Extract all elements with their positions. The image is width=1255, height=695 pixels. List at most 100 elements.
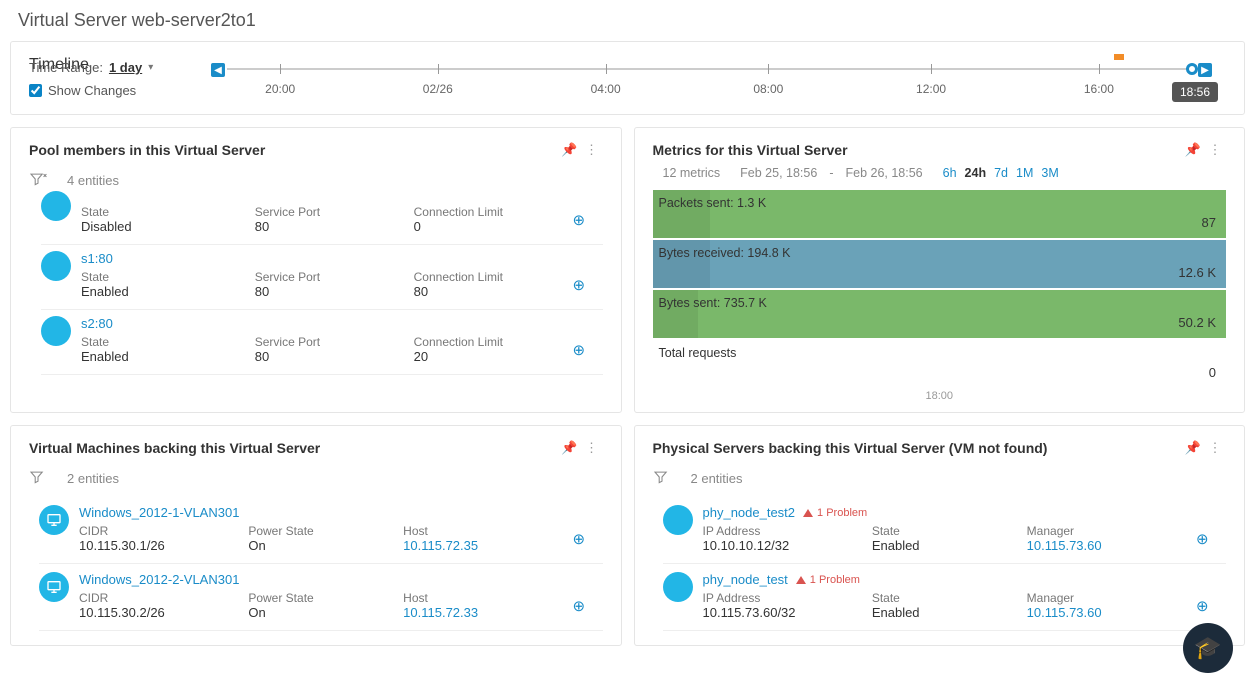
range-24h[interactable]: 24h: [965, 166, 987, 180]
phys-name-link[interactable]: phy_node_test: [703, 572, 788, 587]
field-label: Connection Limit: [414, 335, 563, 349]
show-changes-checkbox[interactable]: [29, 84, 42, 97]
metric-row[interactable]: Bytes sent: 735.7 K50.2 K: [653, 290, 1227, 338]
more-icon[interactable]: ⋮: [581, 142, 603, 158]
expand-icon[interactable]: ⊕: [1196, 597, 1226, 615]
range-7d[interactable]: 7d: [994, 166, 1008, 180]
chevron-down-icon[interactable]: ▾: [148, 62, 153, 73]
field-label: IP Address: [703, 524, 862, 538]
vm-item: Windows_2012-1-VLAN301 CIDR10.115.30.1/2…: [39, 497, 603, 564]
field-label: Connection Limit: [414, 205, 563, 219]
time-range-selector[interactable]: 1 day: [109, 60, 142, 75]
timeline-tick-label: 08:00: [753, 82, 783, 96]
field-label: CIDR: [79, 591, 238, 605]
show-changes-toggle[interactable]: Show Changes: [29, 83, 209, 98]
field-value: 10.115.73.60/32: [703, 605, 862, 620]
timeline-tick-label: 12:00: [916, 82, 946, 96]
more-icon[interactable]: ⋮: [1204, 142, 1226, 158]
field-value: 80: [414, 284, 563, 299]
metric-row[interactable]: Total requests0: [653, 340, 1227, 388]
expand-icon[interactable]: ⊕: [1196, 530, 1226, 548]
problem-badge[interactable]: 1 Problem: [796, 574, 860, 586]
phys-entity-count: 2 entities: [691, 471, 743, 486]
metric-label: Packets sent: 1.3 K: [659, 196, 767, 210]
expand-icon[interactable]: ⊕: [573, 597, 603, 615]
server-icon[interactable]: [663, 572, 693, 602]
range-6h[interactable]: 6h: [943, 166, 957, 180]
field-label: Power State: [248, 524, 393, 538]
timeline-track[interactable]: [227, 68, 1196, 70]
timeline-tick-label: 02/26: [423, 82, 453, 96]
timeline-panel: Timeline Time Range: 1 day ▾ Show Change…: [10, 41, 1245, 115]
field-label: Manager: [1027, 524, 1186, 538]
filter-icon[interactable]: [29, 470, 57, 487]
pool-item: StateDisabled Service Port80 Connection …: [41, 199, 603, 245]
metric-row[interactable]: Bytes received: 194.8 K12.6 K: [653, 240, 1227, 288]
filter-icon[interactable]: [653, 470, 681, 487]
field-value: 10.115.30.1/26: [79, 538, 238, 553]
pin-icon[interactable]: 📌: [1182, 142, 1204, 158]
expand-icon[interactable]: ⊕: [573, 530, 603, 548]
metric-label: Total requests: [659, 346, 737, 360]
pool-card-title: Pool members in this Virtual Server: [29, 142, 559, 158]
vm-icon[interactable]: [39, 505, 69, 535]
metric-row[interactable]: Packets sent: 1.3 K87: [653, 190, 1227, 238]
metrics-date-from: Feb 25, 18:56: [740, 166, 817, 180]
field-value: 10.10.10.12/32: [703, 538, 862, 553]
pin-icon[interactable]: 📌: [559, 440, 581, 456]
timeline-viz[interactable]: ◀ 20:00 02/26 04:00 08:00 12:00 16:00 ▶ …: [209, 54, 1226, 104]
vms-card-title: Virtual Machines backing this Virtual Se…: [29, 440, 559, 456]
field-label: Service Port: [255, 270, 404, 284]
metrics-count: 12 metrics: [663, 166, 721, 180]
field-value: Enabled: [81, 284, 245, 299]
timeline-next-button[interactable]: ▶: [1198, 63, 1212, 77]
metrics-card: Metrics for this Virtual Server 📌 ⋮ 12 m…: [634, 127, 1246, 413]
graduation-cap-icon: 🎓: [1194, 635, 1221, 661]
field-value: 0: [414, 219, 563, 234]
vm-name-link[interactable]: Windows_2012-2-VLAN301: [79, 572, 239, 587]
problem-badge[interactable]: 1 Problem: [803, 507, 867, 519]
range-3M[interactable]: 3M: [1041, 166, 1058, 180]
expand-icon[interactable]: ⊕: [573, 211, 603, 229]
host-link[interactable]: 10.115.72.33: [403, 605, 562, 620]
pool-members-card: Pool members in this Virtual Server 📌 ⋮ …: [10, 127, 622, 413]
manager-link[interactable]: 10.115.73.60: [1027, 538, 1186, 553]
filter-icon[interactable]: [29, 172, 57, 189]
timeline-tick-label: 20:00: [265, 82, 295, 96]
field-label: Power State: [248, 591, 393, 605]
timeline-change-marker[interactable]: [1114, 54, 1124, 60]
pool-item-link[interactable]: s1:80: [81, 251, 603, 266]
physical-servers-card: Physical Servers backing this Virtual Se…: [634, 425, 1246, 646]
timeline-tick-label: 16:00: [1084, 82, 1114, 96]
expand-icon[interactable]: ⊕: [573, 276, 603, 294]
pin-icon[interactable]: 📌: [1182, 440, 1204, 456]
server-icon[interactable]: [663, 505, 693, 535]
pool-item-link[interactable]: s2:80: [81, 316, 603, 331]
phys-item: phy_node_test 1 Problem IP Address10.115…: [663, 564, 1227, 631]
field-label: State: [81, 205, 245, 219]
timeline-end-handle[interactable]: [1186, 63, 1198, 75]
more-icon[interactable]: ⋮: [1204, 440, 1226, 456]
field-value: 10.115.30.2/26: [79, 605, 238, 620]
vm-name-link[interactable]: Windows_2012-1-VLAN301: [79, 505, 239, 520]
field-label: Service Port: [255, 205, 404, 219]
entity-icon[interactable]: [41, 316, 71, 346]
entity-icon[interactable]: [41, 251, 71, 281]
pin-icon[interactable]: 📌: [559, 142, 581, 158]
warning-icon: [796, 576, 806, 584]
show-changes-label: Show Changes: [48, 83, 136, 98]
expand-icon[interactable]: ⊕: [573, 341, 603, 359]
field-value: Enabled: [872, 605, 1017, 620]
phys-name-link[interactable]: phy_node_test2: [703, 505, 796, 520]
vms-entity-count: 2 entities: [67, 471, 119, 486]
manager-link[interactable]: 10.115.73.60: [1027, 605, 1186, 620]
entity-icon[interactable]: [41, 191, 71, 221]
more-icon[interactable]: ⋮: [581, 440, 603, 456]
timeline-tick-label: 04:00: [591, 82, 621, 96]
warning-icon: [803, 509, 813, 517]
timeline-prev-button[interactable]: ◀: [211, 63, 225, 77]
range-1M[interactable]: 1M: [1016, 166, 1033, 180]
vm-icon[interactable]: [39, 572, 69, 602]
host-link[interactable]: 10.115.72.35: [403, 538, 562, 553]
help-fab[interactable]: 🎓: [1183, 623, 1233, 673]
